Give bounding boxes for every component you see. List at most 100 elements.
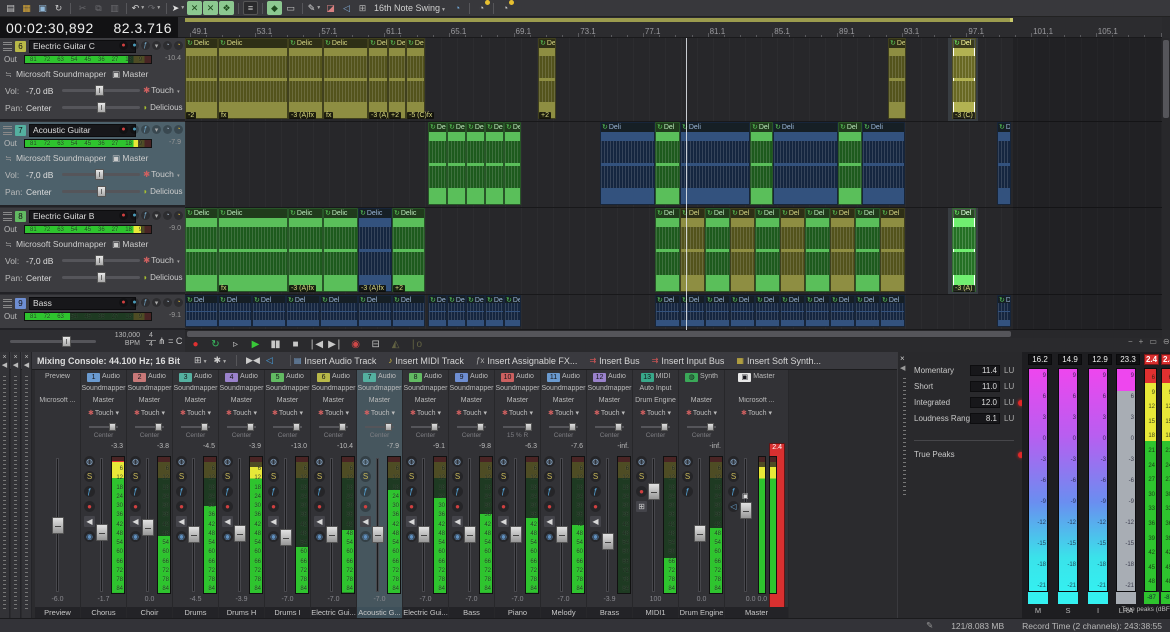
chevron-down-icon[interactable]: ▾	[177, 259, 180, 265]
input-select-button[interactable]: ◀	[222, 516, 233, 527]
input-monitor-icon[interactable]: ◍	[498, 456, 509, 467]
automation-mode-button[interactable]: ✱Touch ▾	[143, 255, 180, 266]
audio-clip[interactable]: ↻Delic	[323, 208, 358, 292]
pan-slider[interactable]	[503, 426, 532, 428]
audio-clip[interactable]: ↻De	[466, 295, 485, 327]
volume-slider[interactable]	[62, 173, 140, 176]
pan-slider[interactable]	[641, 426, 670, 428]
draw-tool-icon[interactable]: ◆	[267, 1, 282, 15]
audio-clip[interactable]: ↻Delic	[358, 208, 392, 292]
audio-clip[interactable]: ↻Del	[485, 122, 504, 205]
audio-clip[interactable]: ↻Del	[730, 295, 755, 327]
audio-clip[interactable]: ↻De	[485, 295, 504, 327]
fx-button[interactable]: ƒ	[268, 486, 279, 497]
volume-fader-thumb[interactable]	[648, 483, 660, 500]
track-fx-chain[interactable]: ◗ Delicious E...	[143, 273, 185, 282]
pan-slider[interactable]	[62, 276, 140, 279]
solo-button[interactable]: S	[314, 471, 325, 482]
chevron-down-icon[interactable]: ▾	[152, 125, 161, 134]
audio-clip[interactable]: ↻Delic	[185, 38, 218, 119]
gain-knob-icon[interactable]: ◔	[174, 298, 183, 307]
track-drag-handle[interactable]	[3, 299, 12, 308]
solo-button[interactable]: S	[268, 471, 279, 482]
mute-button[interactable]: ●	[130, 41, 139, 50]
volume-fader[interactable]	[376, 458, 379, 592]
input-select-button[interactable]: ◀	[314, 516, 325, 527]
record-loop-button[interactable]: ◉	[348, 338, 362, 351]
fx-button[interactable]: ƒ	[141, 298, 150, 307]
automation-mode-button[interactable]: ✱Touch ▾	[633, 409, 678, 417]
open-project-icon[interactable]: ▦	[19, 1, 34, 15]
record-arm-button[interactable]: ●	[119, 41, 128, 50]
pan-slider[interactable]	[135, 426, 164, 428]
mute-button[interactable]: ◉	[222, 531, 233, 542]
input-monitor-icon[interactable]: ◍	[406, 456, 417, 467]
mute-button[interactable]: ◉	[314, 531, 325, 542]
event-locate-button[interactable]: ❘o	[408, 338, 422, 351]
channel-bus-label[interactable]: Master	[449, 397, 494, 404]
speaker-icon[interactable]: ◁	[728, 501, 739, 512]
audio-clip[interactable]: ↻Deli	[773, 122, 838, 205]
channel-name[interactable]: Preview	[35, 607, 80, 618]
magnify-icon[interactable]: ⊖	[1163, 337, 1170, 346]
channel-name[interactable]: Electric Gui...	[311, 607, 356, 618]
volume-slider-thumb[interactable]	[95, 255, 104, 266]
fx-button[interactable]: ƒ	[141, 125, 150, 134]
zoom-in-icon[interactable]: +	[1139, 337, 1144, 346]
solo-button[interactable]: S	[590, 471, 601, 482]
insert-button[interactable]: ♪Insert MIDI Track	[388, 356, 464, 366]
output-device-label[interactable]: Microsoft Soundmapper	[16, 153, 106, 163]
snap-icon[interactable]: ⊞	[355, 1, 370, 15]
channel-bus-label[interactable]: Master	[311, 397, 356, 404]
console-view-grid-button[interactable]: ⊞▼	[194, 355, 208, 366]
channel-strip[interactable]: 8AudioSoundmapperMaster✱Touch ▾Center-9.…	[403, 370, 449, 618]
fx-button[interactable]: ƒ	[222, 486, 233, 497]
channel-bus-label[interactable]: Master	[81, 397, 126, 404]
midi-input-icon[interactable]: ◔	[498, 1, 513, 15]
channel-strip[interactable]: 7AudioSoundmapperMaster✱Touch ▾Center-7.…	[357, 370, 403, 618]
redo-icon[interactable]: ↷▼	[147, 1, 162, 15]
pan-slider-thumb[interactable]	[97, 186, 106, 197]
channel-bus-label[interactable]: Master	[495, 397, 540, 404]
volume-fader[interactable]	[146, 458, 149, 592]
input-monitor-icon[interactable]: ◍	[84, 456, 95, 467]
input-monitor-icon[interactable]: ◍	[452, 456, 463, 467]
audio-clip[interactable]: ↻Del	[252, 295, 286, 327]
audio-clip[interactable]: ↻Delic	[185, 208, 218, 292]
channel-bus-label[interactable]: Master	[403, 397, 448, 404]
track-header[interactable]: 6Electric Guitar C●●ƒ▾◔◔Out8172635445362…	[0, 38, 185, 121]
audio-clip[interactable]: ↻De	[428, 295, 447, 327]
volume-fader-thumb[interactable]	[372, 526, 384, 543]
selection-tool-icon[interactable]: ✕	[203, 1, 218, 15]
audio-clip[interactable]: ↻Del	[780, 295, 805, 327]
insert-button[interactable]: ƒxInsert Assignable FX...	[476, 356, 578, 366]
phase-knob-icon[interactable]: ◔	[163, 298, 172, 307]
automation-mode-button[interactable]: ✱Touch ▾	[403, 409, 448, 417]
track-fx-chain[interactable]: ◗ Delicious ...	[143, 187, 185, 196]
audio-clip[interactable]: ↻Del	[655, 295, 680, 327]
audio-clip[interactable]: ↻Del	[680, 208, 705, 292]
pencil-tool-icon[interactable]: ✎▼	[307, 1, 322, 15]
mute-button[interactable]: ◉	[406, 531, 417, 542]
go-to-end-button[interactable]: ▶❘	[328, 338, 342, 351]
channel-name[interactable]: Melody	[541, 607, 586, 618]
eraser-tool-icon[interactable]: ◪	[323, 1, 338, 15]
channel-output-label[interactable]: Soundmapper	[357, 385, 402, 392]
fx-button[interactable]: ƒ	[360, 486, 371, 497]
volume-fader-thumb[interactable]	[326, 526, 338, 543]
bus-button[interactable]: ▣ Master	[112, 153, 148, 164]
input-monitor-icon[interactable]: ◍	[590, 456, 601, 467]
input-monitor-icon[interactable]: ◍	[360, 456, 371, 467]
chevron-down-icon[interactable]: ▼	[222, 359, 227, 365]
volume-fader-thumb[interactable]	[188, 526, 200, 543]
solo-button[interactable]: S	[84, 471, 95, 482]
input-select-button[interactable]: ◀	[176, 516, 187, 527]
play-button[interactable]: ▶	[248, 338, 262, 351]
solo-button[interactable]: S	[636, 471, 647, 482]
volume-value[interactable]: -7,0 dB	[26, 86, 53, 96]
volume-fader-thumb[interactable]	[464, 526, 476, 543]
fx-button[interactable]: ƒ	[682, 486, 693, 497]
volume-fader[interactable]: ▣	[744, 458, 747, 592]
channel-strip[interactable]: 10AudioSoundmapperMaster✱Touch ▾15 % R-6…	[495, 370, 541, 618]
tempo-slider[interactable]	[10, 340, 96, 343]
